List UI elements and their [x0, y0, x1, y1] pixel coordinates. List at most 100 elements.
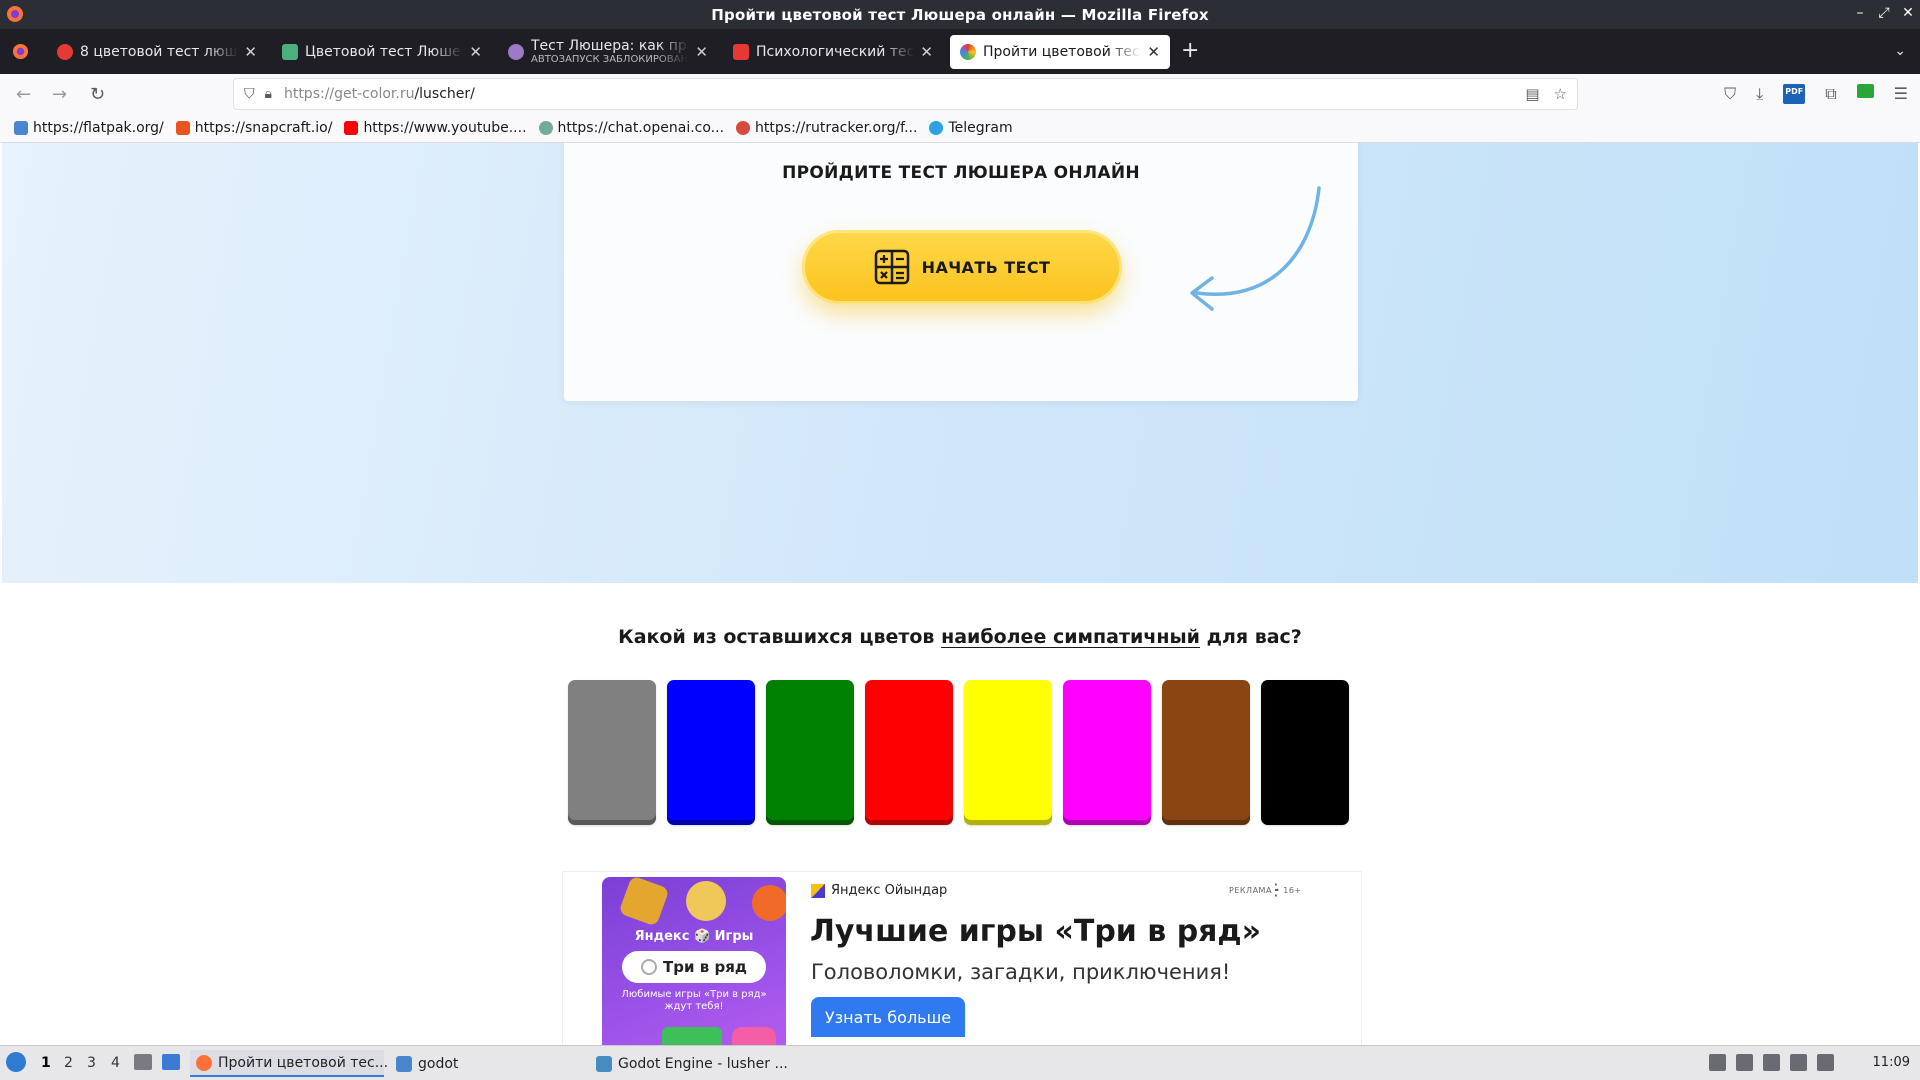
bookmarks-toolbar: https://flatpak.org/ https://snapcraft.i…: [0, 114, 1920, 143]
task-godot-folder[interactable]: godot: [390, 1050, 530, 1077]
firefox-view-icon[interactable]: [12, 43, 29, 60]
url-bar[interactable]: ⛉ 🔒︎ https://get-color.ru/luscher/ ▤ ☆: [233, 78, 1578, 110]
pocket-icon[interactable]: ⛉: [1724, 84, 1736, 104]
window-title: Пройти цветовой тест Люшера онлайн — Moz…: [711, 5, 1209, 24]
tab-3[interactable]: Тест Люшера: как прави АВТОЗАПУСК ЗАБЛОК…: [498, 35, 718, 69]
new-tab-button[interactable]: +: [1181, 40, 1199, 62]
color-question: Какой из оставшихся цветов наиболее симп…: [618, 626, 1302, 648]
start-test-button[interactable]: НАЧАТЬ ТЕСТ: [802, 230, 1122, 304]
color-swatches: [568, 680, 1349, 825]
telegram-icon: [929, 121, 944, 135]
candy-icon: [752, 885, 786, 921]
tab-close-icon[interactable]: ✕: [469, 43, 482, 61]
color-swatch-green[interactable]: [766, 680, 854, 825]
calculator-icon: [874, 249, 909, 285]
bookmark-openai[interactable]: https://chat.openai.co...: [538, 120, 724, 136]
forward-button[interactable]: →: [52, 84, 67, 105]
maximize-button[interactable]: ⤢: [1876, 2, 1892, 24]
pdf-extension-icon[interactable]: PDF: [1783, 84, 1806, 104]
bookmark-star-icon[interactable]: ☆: [1554, 85, 1567, 103]
bookmark-youtube[interactable]: https://www.youtube....: [344, 120, 527, 136]
firefox-icon: [196, 1054, 212, 1071]
workspace-3[interactable]: 3: [87, 1055, 96, 1071]
tab-2[interactable]: Цветовой тест Люшера ✕: [272, 35, 492, 69]
back-button[interactable]: ←: [16, 84, 31, 105]
tab-close-icon[interactable]: ✕: [1147, 43, 1160, 61]
ad-title[interactable]: Лучшие игры «Три в ряд»: [810, 914, 1261, 949]
ad-image-pill: Три в ряд: [622, 951, 766, 983]
godot-icon: [596, 1055, 612, 1072]
ad-image[interactable]: Яндекс 🎲 Игры Три в ряд Любимые игры «Тр…: [602, 877, 786, 1045]
tab-close-icon[interactable]: ✕: [920, 43, 933, 61]
tab-5-active[interactable]: Пройти цветовой тест Лю ✕: [950, 35, 1170, 69]
bookmark-snapcraft[interactable]: https://snapcraft.io/: [175, 120, 332, 136]
desktop-launcher-icon[interactable]: [162, 1054, 180, 1070]
green-extension-icon[interactable]: [1856, 84, 1874, 98]
menu-hamburger-icon[interactable]: ☰: [1894, 84, 1908, 104]
color-swatch-gray[interactable]: [568, 680, 656, 825]
rutracker-icon: [736, 121, 751, 135]
close-window-button[interactable]: ✕: [1900, 2, 1916, 24]
color-wheel-favicon-icon: [960, 44, 976, 60]
page-viewport: ПРОЙДИТЕ ТЕСТ ЛЮШЕРА ОНЛАЙН НАЧАТЬ ТЕСТ …: [2, 143, 1918, 1045]
minimize-button[interactable]: –: [1852, 2, 1868, 24]
color-swatch-yellow[interactable]: [964, 680, 1052, 825]
candy-icon: [618, 877, 670, 927]
reload-button[interactable]: ↻: [90, 84, 105, 105]
tab-1[interactable]: 8 цветовой тест люшера ✕: [47, 35, 267, 69]
lock-icon[interactable]: 🔒︎: [265, 86, 272, 102]
task-godot-engine[interactable]: Godot Engine - lusher ...: [590, 1050, 790, 1077]
color-swatch-blue[interactable]: [667, 680, 755, 825]
workspace-2[interactable]: 2: [64, 1055, 73, 1071]
workspace-4[interactable]: 4: [111, 1055, 120, 1071]
color-swatch-magenta[interactable]: [1063, 680, 1151, 825]
ad-subtitle: Головоломки, загадки, приключения!: [811, 960, 1231, 984]
volume-icon[interactable]: [1736, 1054, 1753, 1071]
taskbar: 1 2 3 4 Пройти цветовой тес... godot God…: [0, 1045, 1920, 1080]
system-tray: [1709, 1054, 1834, 1071]
brain-favicon-icon: [508, 44, 524, 60]
workspace-1[interactable]: 1: [41, 1055, 51, 1071]
folder-icon: [396, 1055, 412, 1072]
notifications-icon[interactable]: [1817, 1054, 1834, 1071]
tab-4[interactable]: Психологический тест по ✕: [723, 35, 943, 69]
youtube-icon: [344, 121, 359, 135]
keyboard-icon[interactable]: [1709, 1054, 1726, 1071]
bookmark-flatpak[interactable]: https://flatpak.org/: [14, 120, 164, 136]
reader-view-icon[interactable]: ▤: [1525, 85, 1539, 103]
network-icon[interactable]: [1790, 1054, 1807, 1071]
openai-icon: [538, 121, 553, 135]
yandex-games-icon: [811, 883, 825, 898]
candy-icon: [732, 1027, 776, 1045]
game-icon: [641, 959, 658, 975]
yandex-favicon-icon: [57, 44, 73, 60]
more-options-icon[interactable]: ⋮: [1268, 880, 1284, 899]
start-menu-icon[interactable]: [6, 1052, 26, 1072]
clipboard-icon[interactable]: [1763, 1054, 1780, 1071]
navigation-bar: ← → ↻ ⛉ 🔒︎ https://get-color.ru/luscher/…: [0, 74, 1920, 114]
url-text[interactable]: https://get-color.ru/luscher/: [284, 86, 475, 102]
clock[interactable]: 11:09: [1873, 1055, 1910, 1070]
task-firefox[interactable]: Пройти цветовой тес...: [190, 1050, 388, 1077]
file-manager-launcher-icon[interactable]: [134, 1054, 152, 1070]
color-swatch-red[interactable]: [865, 680, 953, 825]
downloads-icon[interactable]: ⤓: [1756, 84, 1763, 104]
extensions-icon[interactable]: ⧉: [1825, 84, 1836, 104]
ad-brand: Яндекс Ойындар: [811, 883, 947, 898]
color-swatch-brown[interactable]: [1162, 680, 1250, 825]
ad-learn-more-button[interactable]: Узнать больше: [811, 997, 965, 1037]
ad-banner[interactable]: Яндекс 🎲 Игры Три в ряд Любимые игры «Тр…: [562, 871, 1362, 1045]
snapcraft-icon: [175, 121, 190, 135]
tab-close-icon[interactable]: ✕: [244, 43, 257, 61]
candy-icon: [662, 1027, 722, 1045]
hero-section: ПРОЙДИТЕ ТЕСТ ЛЮШЕРА ОНЛАЙН НАЧАТЬ ТЕСТ: [2, 143, 1918, 583]
tracking-shield-icon[interactable]: ⛉: [244, 86, 255, 102]
candy-icon: [686, 881, 726, 921]
tab-list-button[interactable]: ⌄: [1894, 43, 1906, 59]
start-test-label: НАЧАТЬ ТЕСТ: [921, 257, 1051, 277]
tab-close-icon[interactable]: ✕: [695, 43, 708, 61]
bookmark-rutracker[interactable]: https://rutracker.org/f...: [736, 120, 917, 136]
window-titlebar: Пройти цветовой тест Люшера онлайн — Moz…: [0, 0, 1920, 29]
bookmark-telegram[interactable]: Telegram: [929, 120, 1013, 136]
color-swatch-black[interactable]: [1261, 680, 1349, 825]
